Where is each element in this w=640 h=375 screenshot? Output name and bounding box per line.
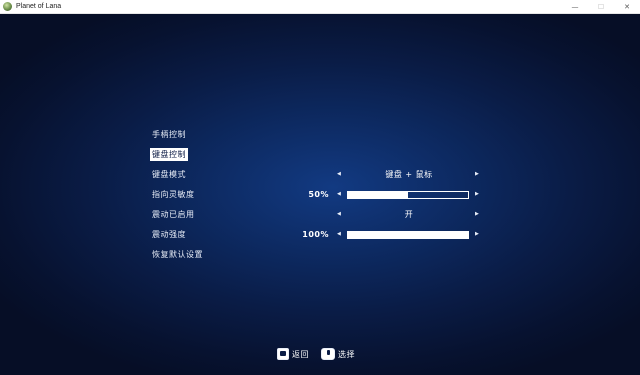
arrow-left-icon[interactable]: ◀ bbox=[337, 188, 341, 201]
back-label: 返回 bbox=[292, 349, 309, 359]
window-controls: — ☐ ✕ bbox=[562, 0, 640, 14]
arrow-right-icon[interactable]: ▶ bbox=[475, 168, 479, 181]
arrow-left-icon[interactable]: ◀ bbox=[337, 168, 341, 181]
slider-fill bbox=[348, 192, 408, 198]
close-button[interactable]: ✕ bbox=[614, 0, 640, 14]
maximize-button[interactable]: ☐ bbox=[588, 0, 614, 14]
arrow-right-icon[interactable]: ▶ bbox=[475, 188, 479, 201]
menu-item-gamepad-controls[interactable]: 手柄控制 bbox=[152, 128, 186, 141]
keyboard-key-icon bbox=[277, 348, 289, 360]
arrow-left-icon[interactable]: ◀ bbox=[337, 228, 341, 241]
setting-percent-vibration-intensity: 100% bbox=[302, 230, 329, 239]
menu-item-keyboard-controls[interactable]: 键盘控制 bbox=[150, 148, 188, 161]
setting-value-keyboard-mode: 键盘 + 鼠标 bbox=[385, 170, 433, 179]
setting-label-keyboard-mode: 键盘模式 bbox=[152, 170, 186, 179]
game-viewport: 手柄控制 键盘控制 键盘模式 ◀ 键盘 + 鼠标 ▶ 指向灵敏度 50% ◀ ▶… bbox=[0, 14, 640, 375]
mouse-click-icon bbox=[321, 348, 335, 360]
slider-pointer-sensitivity[interactable] bbox=[347, 191, 469, 199]
setting-label-vibration-intensity: 震动强度 bbox=[152, 230, 186, 239]
arrow-left-icon[interactable]: ◀ bbox=[337, 208, 341, 221]
arrow-right-icon[interactable]: ▶ bbox=[475, 208, 479, 221]
setting-label-vibration-enabled: 震动已启用 bbox=[152, 210, 195, 219]
arrow-right-icon[interactable]: ▶ bbox=[475, 228, 479, 241]
select-label: 选择 bbox=[338, 349, 355, 359]
minimize-button[interactable]: — bbox=[562, 0, 588, 14]
slider-fill bbox=[348, 232, 468, 238]
slider-vibration-intensity[interactable] bbox=[347, 231, 469, 239]
back-prompt[interactable]: 返回 bbox=[277, 347, 309, 361]
select-prompt[interactable]: 选择 bbox=[321, 347, 355, 361]
menu-item-restore-defaults[interactable]: 恢复默认设置 bbox=[152, 248, 203, 261]
app-planet-icon bbox=[3, 2, 12, 11]
setting-percent-pointer-sensitivity: 50% bbox=[308, 190, 329, 199]
setting-value-vibration-enabled: 开 bbox=[404, 210, 414, 219]
window-title: Planet of Lana bbox=[16, 2, 62, 10]
window-titlebar: Planet of Lana — ☐ ✕ bbox=[0, 0, 640, 14]
setting-label-pointer-sensitivity: 指向灵敏度 bbox=[152, 190, 195, 199]
